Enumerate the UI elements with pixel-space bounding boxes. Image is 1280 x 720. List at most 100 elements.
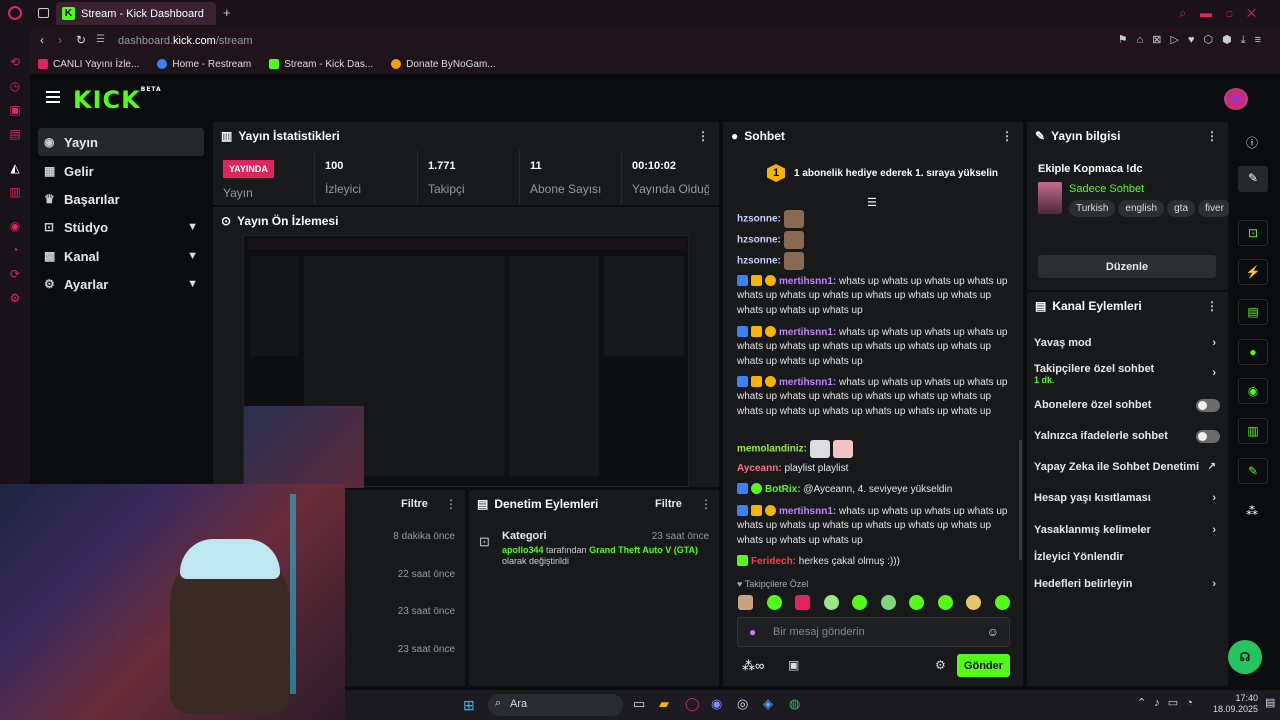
stream-category[interactable]: Sadece Sohbet bbox=[1069, 183, 1144, 195]
chat-user[interactable]: Ayceann: bbox=[737, 463, 782, 474]
action-account-age[interactable]: Hesap yaşı kısıtlaması › bbox=[1034, 492, 1220, 504]
twitch-icon[interactable]: ▥ bbox=[7, 184, 23, 200]
send-button[interactable]: Gönder bbox=[957, 654, 1010, 677]
opera-taskbar-icon[interactable]: ◯ bbox=[685, 696, 700, 712]
share-icon[interactable]: ⟳ bbox=[7, 266, 23, 282]
more-icon[interactable]: ⋮ bbox=[1001, 129, 1013, 143]
layout-icon[interactable]: ▥ bbox=[1238, 418, 1268, 444]
emote-icon[interactable] bbox=[966, 595, 982, 610]
tag[interactable]: Turkish bbox=[1069, 200, 1116, 217]
emote-icon[interactable] bbox=[852, 595, 868, 610]
action-slow-mode[interactable]: Yavaş mod › bbox=[1034, 337, 1220, 349]
chat-user[interactable]: hzsonne: bbox=[737, 214, 781, 225]
windows-start-icon[interactable]: ⊞ bbox=[463, 697, 475, 714]
sidebar-item-yayin[interactable]: ◉ Yayın bbox=[38, 128, 204, 156]
emote-icon[interactable] bbox=[994, 595, 1010, 610]
info-icon[interactable]: ⓘ bbox=[1246, 134, 1258, 151]
more-icon[interactable]: ⋮ bbox=[445, 497, 457, 511]
emotes-only-toggle[interactable] bbox=[1196, 430, 1220, 443]
sidebar-item-ayarlar[interactable]: ⚙ Ayarlar ▼ bbox=[38, 270, 204, 298]
tray-icons[interactable]: ⌃♪▭◔ bbox=[1137, 696, 1201, 709]
browser-toolbar-icons[interactable]: ⚑⌂⊠▷♥⬡⬢⤓≡ bbox=[1118, 33, 1270, 47]
chat-user[interactable]: Feridech: bbox=[751, 556, 796, 567]
bookmark-item[interactable]: Stream - Kick Das... bbox=[269, 59, 373, 70]
sidebar-item-studyo[interactable]: ⊡ Stüdyo ▼ bbox=[38, 213, 204, 241]
more-icon[interactable]: ⋮ bbox=[700, 497, 712, 511]
emote-icon[interactable] bbox=[880, 595, 896, 610]
category-thumbnail[interactable] bbox=[1038, 182, 1062, 214]
chat-user[interactable]: mertihsnn1: bbox=[779, 276, 836, 287]
sidebar-item-gelir[interactable]: ▦ Gelir bbox=[38, 157, 204, 185]
obs-icon[interactable]: ◎ bbox=[737, 696, 748, 712]
new-tab-icon[interactable]: + bbox=[223, 5, 231, 20]
history-icon[interactable]: ◷ bbox=[7, 78, 23, 94]
reload-icon[interactable]: ↻ bbox=[76, 33, 86, 47]
emote-icon[interactable] bbox=[738, 595, 753, 610]
notes-icon[interactable]: ▤ bbox=[1238, 299, 1268, 325]
points-icon[interactable]: ⁂∞ bbox=[742, 658, 764, 674]
taskbar-clock[interactable]: 17:40 18.09.2025 bbox=[1213, 693, 1258, 715]
action-goals[interactable]: Hedefleri belirleyin › bbox=[1034, 578, 1220, 590]
sync-icon[interactable]: ⟲ bbox=[7, 54, 23, 70]
tag[interactable]: fiver bbox=[1198, 200, 1229, 217]
filter-button[interactable]: Filtre bbox=[401, 498, 428, 510]
action-ai-moderation[interactable]: Yapay Zeka ile Sohbet Denetimi ↗ bbox=[1034, 461, 1220, 473]
clock-icon[interactable]: ◔ bbox=[7, 242, 23, 258]
emote-icon[interactable] bbox=[909, 595, 925, 610]
kick-logo[interactable]: KICKBETA bbox=[73, 86, 162, 114]
messenger-icon[interactable]: ▣ bbox=[7, 102, 23, 118]
pin-toggle-icon[interactable]: ☰ bbox=[867, 196, 877, 209]
window-controls[interactable]: ⌕▬◻✕ bbox=[1179, 6, 1270, 21]
bookmark-item[interactable]: Home - Restream bbox=[157, 59, 251, 70]
url-field[interactable]: dashboard.kick.com/stream bbox=[118, 35, 253, 47]
chrome-icon[interactable]: ◍ bbox=[789, 696, 800, 712]
more-icon[interactable]: ⋮ bbox=[1206, 299, 1218, 313]
chat-user[interactable]: memolandiniz: bbox=[737, 444, 807, 455]
sidebar-item-basarilar[interactable]: ♛ Başarılar bbox=[38, 185, 204, 213]
forward-icon[interactable]: › bbox=[58, 33, 62, 47]
chat-user[interactable]: mertihsnn1: bbox=[779, 506, 836, 517]
taskbar-search[interactable]: ⌕ Ara bbox=[488, 694, 623, 716]
tab-kick-dashboard[interactable]: K Stream - Kick Dashboard bbox=[56, 2, 216, 25]
tag[interactable]: gta bbox=[1167, 200, 1196, 217]
sidebar-item-kanal[interactable]: ▩ Kanal ▼ bbox=[38, 242, 204, 270]
edit-quick-icon[interactable]: ✎ bbox=[1238, 166, 1268, 192]
chat-user[interactable]: mertihsnn1: bbox=[779, 327, 836, 338]
stream-preview-video[interactable] bbox=[243, 235, 689, 488]
broadcast-icon[interactable]: ◉ bbox=[1238, 378, 1268, 404]
mod-user[interactable]: apollo344 bbox=[502, 545, 544, 555]
emote-icon[interactable] bbox=[823, 595, 839, 610]
kick-icon[interactable]: ◭ bbox=[7, 160, 23, 176]
opera-logo-icon[interactable] bbox=[8, 6, 22, 20]
avatar[interactable] bbox=[1224, 88, 1248, 110]
notification-icon[interactable]: ▤ bbox=[1265, 696, 1275, 709]
mod-game[interactable]: Grand Theft Auto V (GTA) bbox=[589, 545, 698, 555]
tabs-icon[interactable] bbox=[38, 8, 49, 18]
settings-icon[interactable]: ⚙ bbox=[7, 290, 23, 306]
back-icon[interactable]: ‹ bbox=[40, 33, 44, 47]
edit-button[interactable]: Düzenle bbox=[1038, 255, 1216, 278]
menu-icon[interactable] bbox=[46, 91, 60, 103]
chat-user[interactable]: BotRix: bbox=[765, 484, 801, 495]
mic-icon[interactable]: ● bbox=[749, 625, 756, 639]
chat-user[interactable]: hzsonne: bbox=[737, 256, 781, 267]
emote-icon[interactable] bbox=[795, 595, 811, 610]
lightning-icon[interactable]: ⚡ bbox=[1238, 259, 1268, 285]
emote-icon[interactable] bbox=[766, 595, 782, 610]
emoji-icon[interactable]: ☺ bbox=[987, 625, 999, 639]
mail-icon[interactable]: ▤ bbox=[7, 126, 23, 142]
wrench-icon[interactable]: ✎ bbox=[1238, 458, 1268, 484]
action-banned-words[interactable]: Yasaklanmış kelimeler › bbox=[1034, 524, 1220, 536]
support-icon[interactable]: ☊ bbox=[1228, 640, 1262, 674]
bookmark-item[interactable]: Donate ByNoGam... bbox=[391, 59, 496, 70]
explorer-icon[interactable]: ▰ bbox=[659, 696, 669, 712]
subscribers-only-toggle[interactable] bbox=[1196, 399, 1220, 412]
player-icon[interactable]: ◉ bbox=[7, 218, 23, 234]
chat-bubble-icon[interactable]: ● bbox=[1238, 339, 1268, 365]
chat-user[interactable]: hzsonne: bbox=[737, 235, 781, 246]
steam-icon[interactable]: ◈ bbox=[763, 696, 773, 712]
emote-icon[interactable] bbox=[937, 595, 953, 610]
chat-scrollbar[interactable] bbox=[1019, 440, 1022, 560]
bookmark-item[interactable]: CANLI Yayını İzle... bbox=[38, 59, 139, 70]
action-followers-only[interactable]: Takipçilere özel sohbet 1 dk. › bbox=[1034, 363, 1220, 385]
